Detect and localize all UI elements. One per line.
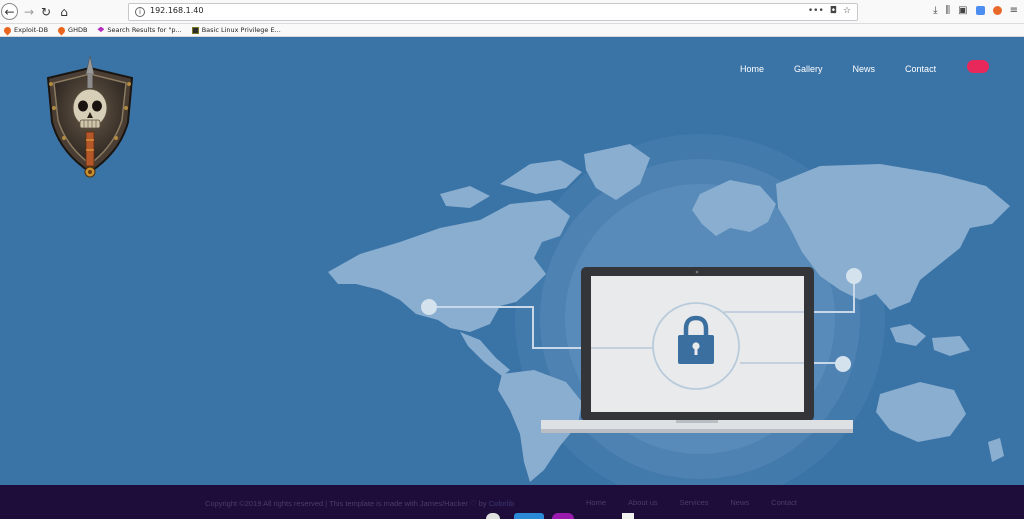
url-text[interactable]: 192.168.1.40 bbox=[150, 6, 203, 15]
exploit-db-icon bbox=[2, 25, 13, 35]
library-icon[interactable]: ⫼ bbox=[946, 5, 951, 16]
home-icon: ⌂ bbox=[60, 5, 68, 19]
node-dot-asia-south bbox=[835, 356, 851, 372]
nav-accent-pill[interactable] bbox=[967, 60, 989, 73]
bookmark-ghdb[interactable]: GHDB bbox=[56, 25, 88, 35]
footer-copyright: Copyright ©2019 All rights reserved | Th… bbox=[205, 499, 514, 508]
pocket-icon[interactable]: ◘ bbox=[830, 6, 837, 16]
toolbar-right: ⤓ ⫼ ▣ ≡ bbox=[933, 5, 1018, 16]
bookmarks-bar: Exploit-DB GHDB Search Results for "p...… bbox=[0, 24, 1024, 37]
taskbar-app-icon[interactable] bbox=[486, 513, 500, 519]
info-icon[interactable]: i bbox=[135, 7, 145, 17]
main-nav: Home Gallery News Contact bbox=[740, 64, 966, 74]
page-actions-icon[interactable]: ••• bbox=[808, 6, 824, 16]
reload-button[interactable]: ↻ bbox=[37, 3, 55, 21]
footer-nav: Home About us Services News Contact bbox=[586, 498, 797, 507]
browser-toolbar: ← → ↻ ⌂ i 192.168.1.40 ••• ◘ ☆ ⤓ ⫼ ▣ ≡ bbox=[0, 0, 1024, 24]
footer-link-contact[interactable]: Contact bbox=[771, 498, 797, 507]
copyright-text: Copyright ©2019 All rights reserved | Th… bbox=[205, 499, 489, 508]
nav-news[interactable]: News bbox=[853, 64, 876, 74]
bookmark-label: Search Results for "p... bbox=[107, 26, 182, 34]
nav-home[interactable]: Home bbox=[740, 64, 764, 74]
linux-privesc-icon bbox=[191, 26, 199, 34]
nav-contact[interactable]: Contact bbox=[905, 64, 936, 74]
node-dot-asia bbox=[846, 268, 862, 284]
bookmark-label: Basic Linux Privilege E... bbox=[201, 26, 281, 34]
page-footer: Copyright ©2019 All rights reserved | Th… bbox=[0, 485, 1024, 519]
bookmark-linux-privesc[interactable]: Basic Linux Privilege E... bbox=[191, 26, 281, 34]
taskbar-app-icon[interactable] bbox=[514, 513, 544, 519]
download-icon[interactable]: ⤓ bbox=[933, 5, 937, 16]
url-actions: ••• ◘ ☆ bbox=[808, 6, 851, 16]
taskbar-app-icon[interactable] bbox=[552, 513, 574, 519]
extension-icon[interactable] bbox=[975, 6, 985, 15]
bookmark-label: Exploit-DB bbox=[14, 26, 49, 34]
footer-link-news[interactable]: News bbox=[730, 498, 749, 507]
arrow-left-icon: ← bbox=[4, 4, 15, 19]
search-results-icon bbox=[97, 26, 105, 33]
back-button[interactable]: ← bbox=[1, 3, 18, 20]
footer-link-services[interactable]: Services bbox=[680, 498, 709, 507]
page-content: Home Gallery News Contact bbox=[0, 38, 1024, 485]
bookmark-search-results[interactable]: Search Results for "p... bbox=[97, 26, 182, 34]
arrow-right-icon: → bbox=[23, 5, 35, 19]
sidebar-icon[interactable]: ▣ bbox=[958, 5, 967, 16]
home-button[interactable]: ⌂ bbox=[55, 3, 73, 21]
forward-button[interactable]: → bbox=[20, 3, 38, 21]
nav-gallery[interactable]: Gallery bbox=[794, 64, 823, 74]
ghdb-icon bbox=[56, 25, 67, 35]
bookmark-star-icon[interactable]: ☆ bbox=[843, 6, 851, 16]
url-bar[interactable]: i 192.168.1.40 ••• ◘ ☆ bbox=[128, 3, 858, 21]
bookmark-exploit-db[interactable]: Exploit-DB bbox=[2, 25, 49, 35]
footer-link-about[interactable]: About us bbox=[628, 498, 658, 507]
reload-icon: ↻ bbox=[40, 5, 52, 19]
taskbar-app-icon[interactable] bbox=[622, 513, 634, 519]
firefox-account-icon[interactable] bbox=[992, 6, 1002, 15]
node-dot-americas bbox=[421, 299, 437, 315]
hero-illustration bbox=[328, 134, 1010, 485]
copyright-author-link[interactable]: Colorlib bbox=[489, 499, 514, 508]
footer-link-home[interactable]: Home bbox=[586, 498, 606, 507]
skull-shield-logo-icon[interactable] bbox=[42, 56, 138, 182]
menu-icon[interactable]: ≡ bbox=[1010, 5, 1018, 16]
bookmark-label: GHDB bbox=[68, 26, 88, 34]
